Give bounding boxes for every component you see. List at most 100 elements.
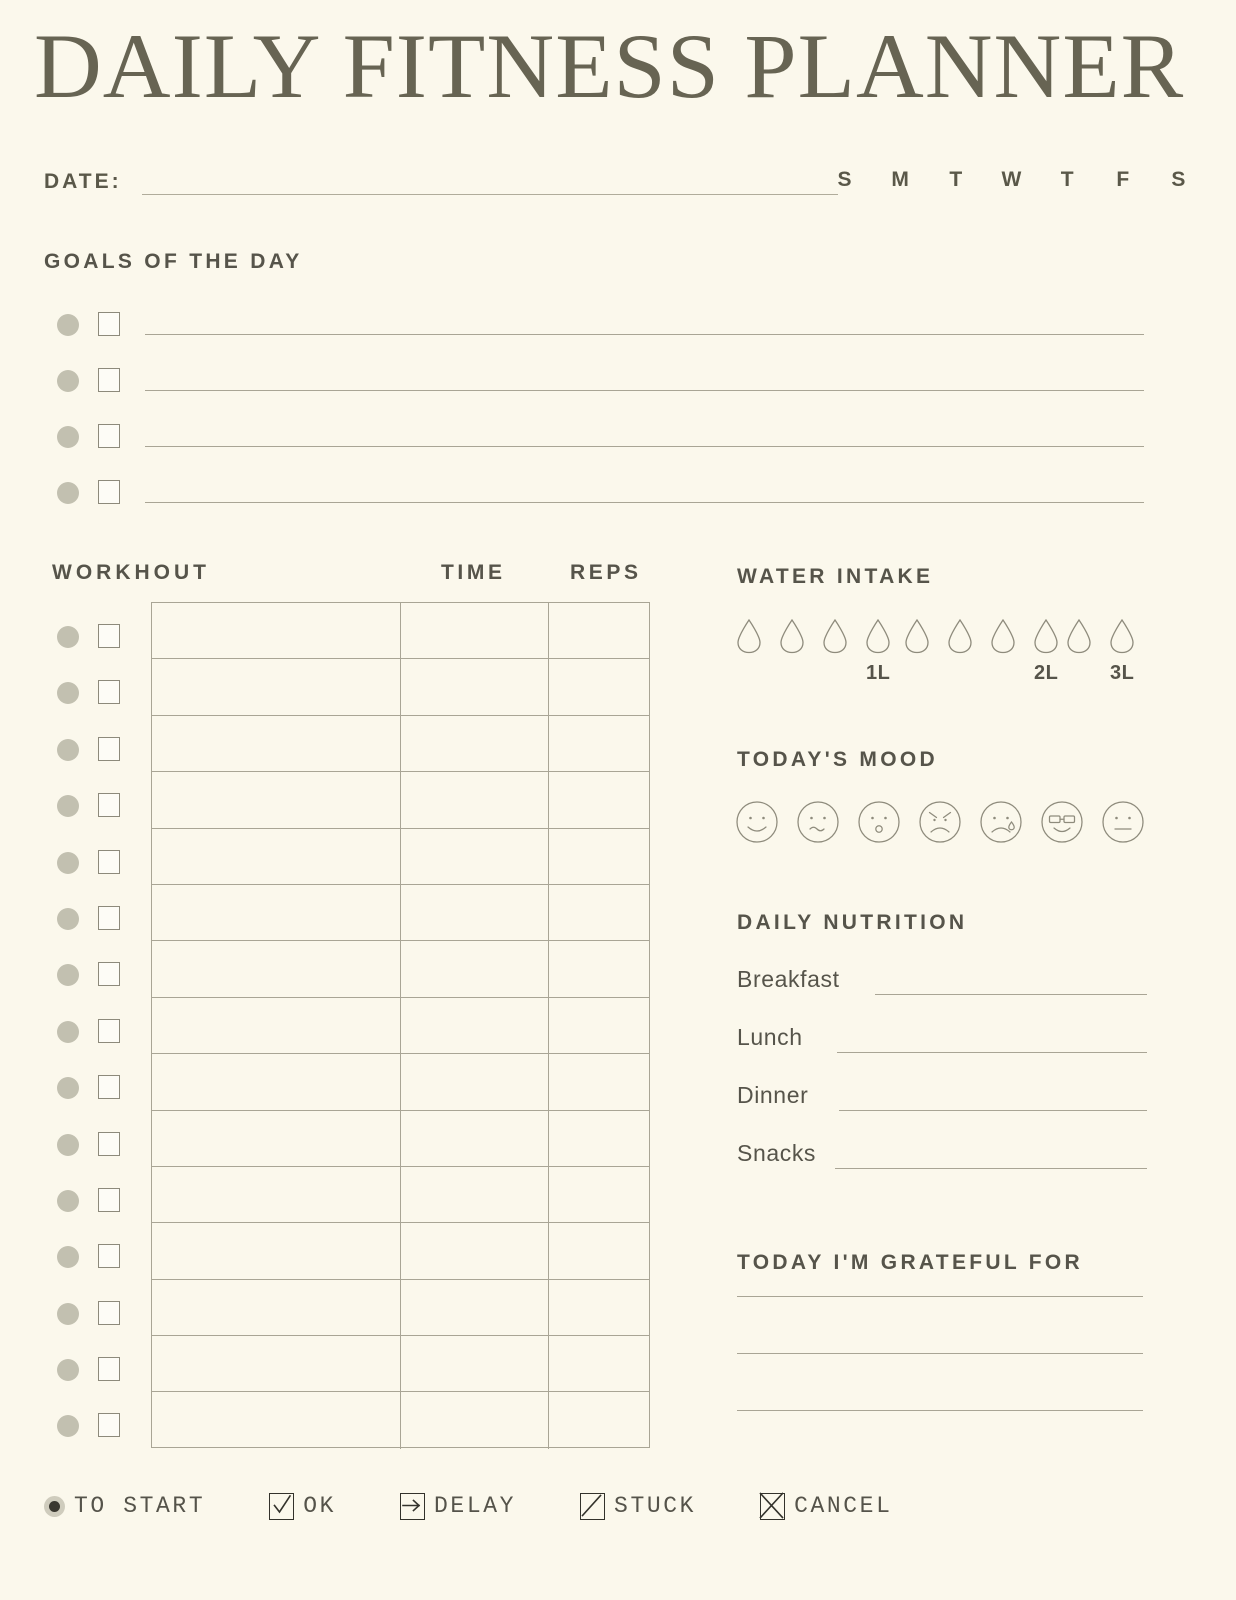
workout-checkbox[interactable] xyxy=(98,1187,120,1212)
workout-checkbox[interactable] xyxy=(98,905,120,930)
table-row[interactable] xyxy=(152,1280,649,1337)
workout-checkbox[interactable] xyxy=(98,624,120,648)
workout-status-dot-icon[interactable] xyxy=(57,851,79,874)
nutrition-input-line[interactable] xyxy=(837,1052,1147,1053)
goal-checkbox[interactable] xyxy=(98,480,120,504)
table-row[interactable] xyxy=(152,1336,649,1393)
table-row[interactable] xyxy=(152,1223,649,1280)
water-drop-icon[interactable] xyxy=(821,618,849,654)
goal-checkbox[interactable] xyxy=(98,368,120,392)
weekday-4[interactable]: T xyxy=(1053,168,1083,192)
table-row[interactable] xyxy=(152,1167,649,1224)
weekday-0[interactable]: S xyxy=(830,168,860,192)
unsure-face-icon[interactable] xyxy=(796,800,840,844)
neutral-face-icon[interactable] xyxy=(1101,800,1145,844)
workout-checkbox[interactable] xyxy=(98,680,120,705)
nutrition-input-line[interactable] xyxy=(835,1168,1147,1169)
water-drop-icon[interactable] xyxy=(864,618,892,654)
grateful-input-line[interactable] xyxy=(737,1353,1143,1354)
workout-status-dot-icon[interactable] xyxy=(57,1302,79,1325)
water-intake-tracker[interactable]: 1L 2L 3L xyxy=(735,618,1155,708)
workout-table[interactable] xyxy=(151,602,650,1449)
workout-checkbox[interactable] xyxy=(98,1413,120,1438)
water-volume-label: 1L xyxy=(866,662,891,684)
workout-checkbox[interactable] xyxy=(98,1131,120,1156)
workout-status-dot-icon[interactable] xyxy=(57,1077,79,1100)
goal-status-dot-icon[interactable] xyxy=(57,370,79,392)
workout-checkbox[interactable] xyxy=(98,1357,120,1382)
workout-checkbox[interactable] xyxy=(98,1244,120,1269)
surprised-face-icon[interactable] xyxy=(857,800,901,844)
weekday-5[interactable]: F xyxy=(1108,168,1138,192)
goal-input-line[interactable] xyxy=(145,390,1144,391)
water-drop-icon[interactable] xyxy=(1108,618,1136,654)
workout-checkbox[interactable] xyxy=(98,849,120,874)
table-row[interactable] xyxy=(152,659,649,716)
crying-face-icon[interactable] xyxy=(979,800,1023,844)
weekday-6[interactable]: S xyxy=(1164,168,1194,192)
workout-status-dot-icon[interactable] xyxy=(57,1415,79,1438)
water-volume-label: 3L xyxy=(1110,662,1135,684)
workout-status-dot-icon[interactable] xyxy=(57,738,79,761)
legend-label: CANCEL xyxy=(794,1493,893,1519)
happy-face-icon[interactable] xyxy=(735,800,779,844)
workout-status-dot-icon[interactable] xyxy=(57,964,79,987)
table-row[interactable] xyxy=(152,1054,649,1111)
water-drop-icon[interactable] xyxy=(946,618,974,654)
weekday-3[interactable]: W xyxy=(997,168,1027,192)
nutrition-input-line[interactable] xyxy=(839,1110,1147,1111)
table-row[interactable] xyxy=(152,603,649,660)
table-row[interactable] xyxy=(152,998,649,1055)
water-drop-icon[interactable] xyxy=(778,618,806,654)
table-row[interactable] xyxy=(152,1392,649,1448)
workout-status-dot-icon[interactable] xyxy=(57,682,79,705)
workout-status-dot-icon[interactable] xyxy=(57,795,79,818)
grateful-input-line[interactable] xyxy=(737,1296,1143,1297)
table-row[interactable] xyxy=(152,1111,649,1167)
date-row: DATE: S M T W T F S xyxy=(44,168,1194,202)
water-drop-icon[interactable] xyxy=(903,618,931,654)
goal-status-dot-icon[interactable] xyxy=(57,314,79,336)
workout-status-dot-icon[interactable] xyxy=(57,1133,79,1156)
workout-checkbox[interactable] xyxy=(98,962,120,987)
workout-checkbox[interactable] xyxy=(98,1300,120,1325)
table-row[interactable] xyxy=(152,716,649,773)
goal-checkbox[interactable] xyxy=(98,424,120,448)
mood-selector[interactable] xyxy=(735,800,1145,844)
workout-status-dot-icon[interactable] xyxy=(57,626,79,648)
workout-checkbox[interactable] xyxy=(98,793,120,818)
water-drop-icon[interactable] xyxy=(989,618,1017,654)
goal-input-line[interactable] xyxy=(145,502,1144,503)
workout-status-dot-icon[interactable] xyxy=(57,1020,79,1043)
workout-status-dot-icon[interactable] xyxy=(57,1246,79,1269)
workout-checkbox[interactable] xyxy=(98,1075,120,1100)
legend-label: DELAY xyxy=(434,1493,517,1519)
table-row[interactable] xyxy=(152,829,649,885)
grateful-input-line[interactable] xyxy=(737,1410,1143,1411)
goal-status-dot-icon[interactable] xyxy=(57,482,79,504)
goal-checkbox[interactable] xyxy=(98,312,120,336)
workout-status-dot-icon[interactable] xyxy=(57,907,79,930)
goal-input-line[interactable] xyxy=(145,446,1144,447)
table-row[interactable] xyxy=(152,885,649,942)
nutrition-input-line[interactable] xyxy=(875,994,1147,995)
weekday-2[interactable]: T xyxy=(941,168,971,192)
status-legend: TO START OK DELAY STUCK CANCEL xyxy=(44,1484,1144,1528)
date-input-line[interactable] xyxy=(142,194,838,195)
goal-status-dot-icon[interactable] xyxy=(57,426,79,448)
table-row[interactable] xyxy=(152,772,649,829)
water-drop-icon[interactable] xyxy=(1065,618,1093,654)
workout-status-dot-icon[interactable] xyxy=(57,1189,79,1212)
weekday-1[interactable]: M xyxy=(886,168,916,192)
water-drop-icon[interactable] xyxy=(1032,618,1060,654)
table-row[interactable] xyxy=(152,941,649,998)
workout-checkbox[interactable] xyxy=(98,736,120,761)
weekday-selector[interactable]: SMTWTFS xyxy=(830,168,1198,192)
cool-face-icon[interactable] xyxy=(1040,800,1084,844)
goal-input-line[interactable] xyxy=(145,334,1144,335)
water-drop-icon[interactable] xyxy=(735,618,763,654)
nutrition-label: Lunch xyxy=(737,1024,803,1050)
workout-status-dot-icon[interactable] xyxy=(57,1359,79,1382)
angry-face-icon[interactable] xyxy=(918,800,962,844)
workout-checkbox[interactable] xyxy=(98,1018,120,1043)
